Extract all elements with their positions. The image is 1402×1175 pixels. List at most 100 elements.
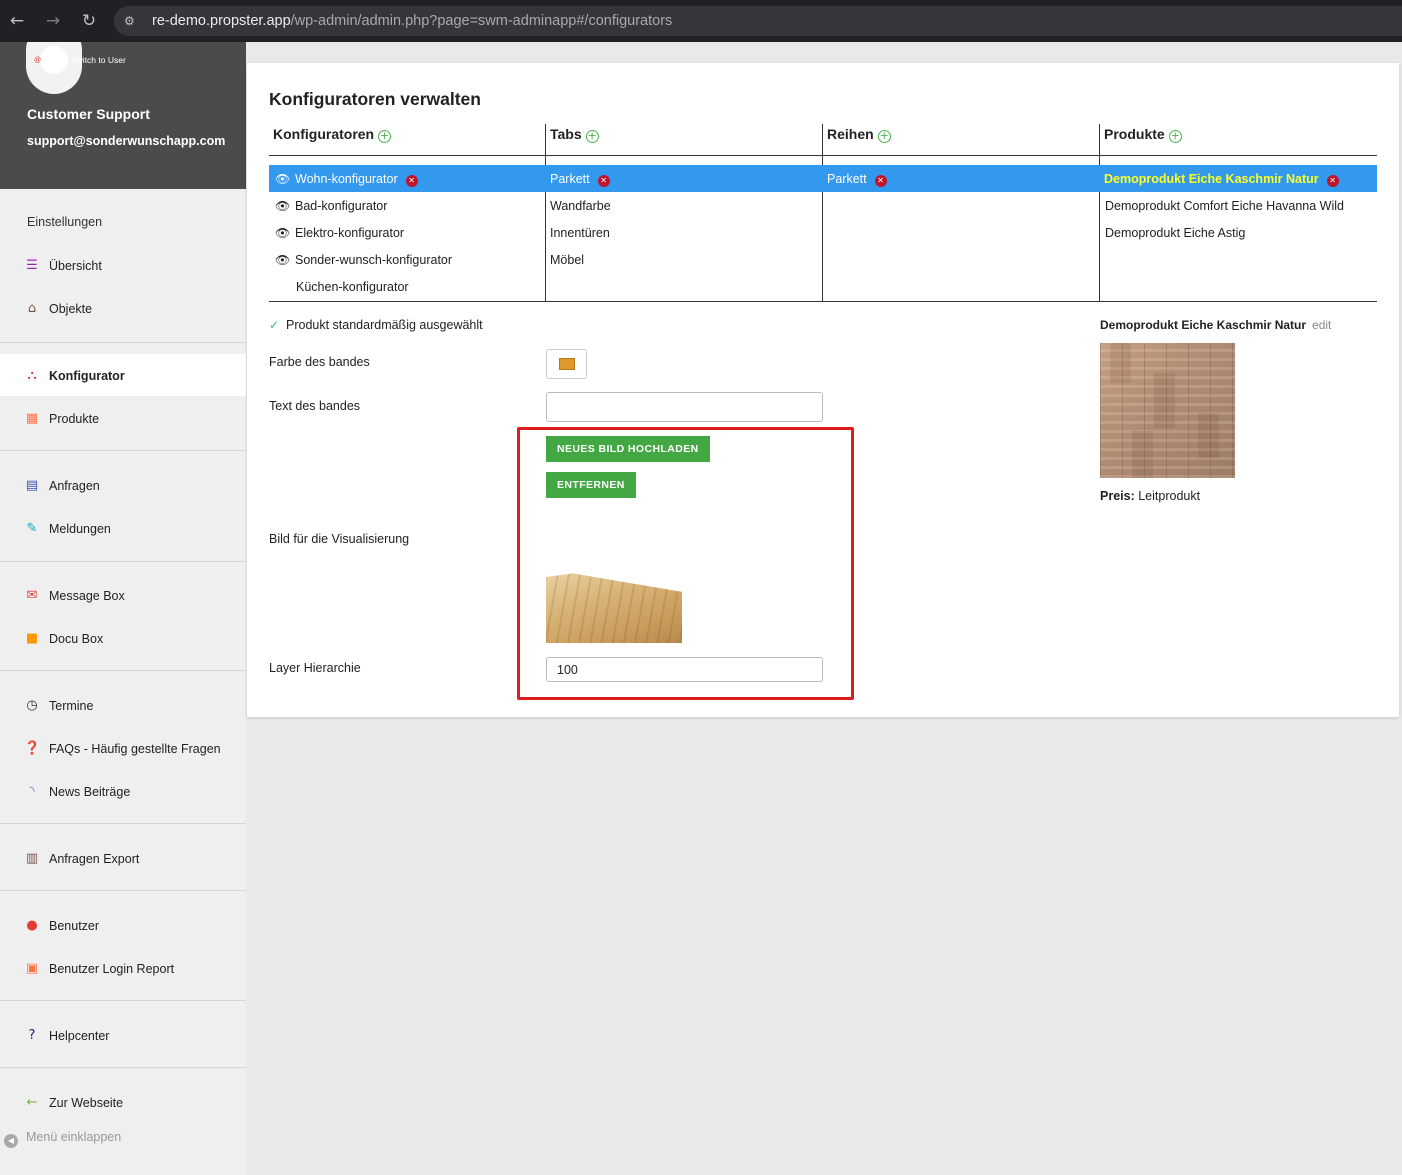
- list-item-produkt[interactable]: Demoprodukt Eiche Kaschmir Natur ✕: [1104, 172, 1339, 187]
- band-text-input[interactable]: [546, 392, 823, 422]
- sidebar-item-message-box[interactable]: ✉ Message Box: [0, 575, 246, 615]
- list-item-produkt[interactable]: Demoprodukt Eiche Astig: [1105, 226, 1245, 240]
- add-tab-icon[interactable]: +: [585, 130, 599, 143]
- sidebar-divider: [0, 450, 246, 451]
- sidebar-divider: [0, 1000, 246, 1001]
- chevron-left-icon: ◀: [4, 1134, 18, 1148]
- list-item-konfigurator[interactable]: 👁 Sonder-wunsch-konfigurator: [275, 253, 452, 267]
- add-reihe-icon[interactable]: +: [877, 130, 891, 143]
- list-item-reihe[interactable]: Parkett ✕: [827, 172, 887, 187]
- band-color-picker[interactable]: [546, 349, 587, 379]
- sidebar-item-helpcenter[interactable]: ? Helpcenter: [0, 1015, 246, 1055]
- upload-image-button[interactable]: NEUES BILD HOCHLADEN: [546, 436, 710, 462]
- page-title: Konfiguratoren verwalten: [269, 89, 481, 109]
- band-color-label: Farbe des bandes: [269, 355, 370, 369]
- back-icon[interactable]: ←: [7, 11, 27, 31]
- sidebar-item-konfigurator[interactable]: ⛬ Konfigurator: [0, 354, 246, 396]
- sidebar-divider: [0, 561, 246, 562]
- column-divider: [1099, 124, 1100, 301]
- avatar-silhouette: [40, 46, 68, 74]
- avatar[interactable]: [26, 42, 82, 94]
- add-produkt-icon[interactable]: +: [1168, 130, 1182, 143]
- sidebar: Einstellungen ☰ Übersicht ⌂ Objekte ⛬ Ko…: [0, 189, 246, 1175]
- list-item-konfigurator[interactable]: 👁 Bad-konfigurator: [275, 199, 387, 213]
- default-selected-checkbox[interactable]: ✓ Produkt standardmäßig ausgewählt: [269, 318, 483, 332]
- collapse-menu-button[interactable]: ◀ Menü einklappen: [4, 1130, 121, 1148]
- rss-icon: ◝: [29, 784, 35, 799]
- add-konfigurator-icon[interactable]: +: [378, 130, 392, 143]
- main-panel: Konfiguratoren verwalten Konfiguratoren +…: [247, 63, 1399, 717]
- visualization-image: [546, 572, 682, 643]
- browser-toolbar: ← → ↻ ⚙ re-demo.propster.app/wp-admin/ad…: [0, 0, 1402, 42]
- product-image: [1100, 343, 1235, 478]
- sidebar-item-objekte[interactable]: ⌂ Objekte: [0, 288, 246, 328]
- sidebar-item-uebersicht[interactable]: ☰ Übersicht: [0, 245, 246, 285]
- sitemap-icon: ⛬: [27, 368, 37, 383]
- sidebar-item-news[interactable]: ◝ News Beiträge: [0, 771, 246, 811]
- sidebar-item-docu-box[interactable]: ■ Docu Box: [0, 618, 246, 658]
- list-item-konfigurator[interactable]: 👁 Elektro-konfigurator: [275, 226, 404, 240]
- reload-icon[interactable]: ↻: [79, 11, 99, 31]
- delete-icon[interactable]: ✕: [597, 175, 610, 187]
- column-divider: [822, 124, 823, 301]
- sidebar-item-zur-webseite[interactable]: ← Zur Webseite: [0, 1082, 246, 1122]
- sidebar-divider: [0, 342, 246, 343]
- sidebar-divider: [0, 823, 246, 824]
- folder-icon: ■: [25, 631, 39, 646]
- list-item-tab[interactable]: Innentüren: [550, 226, 610, 240]
- sidebar-item-anfragen-export[interactable]: ▥ Anfragen Export: [0, 838, 246, 878]
- help-icon: ?: [28, 1028, 36, 1043]
- list-item-tab[interactable]: Möbel: [550, 253, 584, 267]
- arrow-left-icon: ←: [26, 1095, 38, 1110]
- check-icon[interactable]: ✓: [269, 319, 282, 332]
- band-text-label: Text des bandes: [269, 399, 361, 413]
- table-header-divider: [269, 155, 1377, 156]
- user-profile-header: @ Switch to User Customer Support suppor…: [0, 42, 246, 189]
- list-item-konfigurator[interactable]: 👁 Wohn-konfigurator ✕: [275, 172, 418, 187]
- forward-icon[interactable]: →: [43, 11, 63, 31]
- sidebar-divider: [0, 890, 246, 891]
- eye-icon[interactable]: 👁: [275, 172, 291, 186]
- sidebar-item-benutzer[interactable]: ● Benutzer: [0, 905, 246, 945]
- eye-icon[interactable]: 👁: [275, 226, 291, 240]
- sidebar-item-meldungen[interactable]: ✎ Meldungen: [0, 508, 246, 548]
- column-header-tabs: Tabs +: [550, 126, 599, 143]
- sidebar-item-produkte[interactable]: ▦ Produkte: [0, 398, 246, 438]
- layer-hierarchy-input[interactable]: [546, 657, 823, 682]
- delete-icon[interactable]: ✕: [1326, 175, 1339, 187]
- site-settings-icon[interactable]: ⚙: [124, 14, 138, 28]
- switch-to-user-link[interactable]: Switch to User: [71, 55, 126, 65]
- list-item-konfigurator[interactable]: Küchen-konfigurator: [296, 280, 409, 294]
- product-price: Preis: Leitprodukt: [1100, 489, 1201, 503]
- table-bottom-divider: [269, 301, 1377, 302]
- list-item-tab[interactable]: Wandfarbe: [550, 199, 611, 213]
- clock-icon: ◷: [26, 698, 38, 713]
- eye-icon[interactable]: 👁: [275, 253, 291, 267]
- sidebar-item-anfragen[interactable]: ▤ Anfragen: [0, 465, 246, 505]
- list-alt-icon: ▤: [25, 478, 39, 493]
- delete-icon[interactable]: ✕: [405, 175, 418, 187]
- remove-image-button[interactable]: ENTFERNEN: [546, 472, 636, 498]
- layer-label: Layer Hierarchie: [269, 661, 361, 675]
- sidebar-item-login-report[interactable]: ▣ Benutzer Login Report: [0, 948, 246, 988]
- sidebar-settings-link[interactable]: Einstellungen: [27, 215, 102, 229]
- eye-icon[interactable]: 👁: [275, 199, 291, 213]
- column-divider: [545, 124, 546, 301]
- delete-icon[interactable]: ✕: [874, 175, 887, 187]
- color-swatch: [559, 358, 575, 370]
- url-text[interactable]: re-demo.propster.app/wp-admin/admin.php?…: [152, 13, 672, 29]
- home-icon: ⌂: [27, 301, 37, 316]
- product-detail-title: Demoprodukt Eiche Kaschmir Natur edit: [1100, 318, 1332, 332]
- column-header-produkte: Produkte +: [1104, 126, 1182, 143]
- sidebar-item-termine[interactable]: ◷ Termine: [0, 685, 246, 725]
- edit-product-link[interactable]: edit: [1312, 318, 1331, 332]
- list-item-tab[interactable]: Parkett ✕: [550, 172, 610, 187]
- list-item-produkt[interactable]: Demoprodukt Comfort Eiche Havanna Wild: [1105, 199, 1344, 213]
- column-header-reihen: Reihen +: [827, 126, 891, 143]
- table-icon: ▦: [25, 411, 39, 426]
- sidebar-item-faqs[interactable]: ❓ FAQs - Häufig gestellte Fragen: [0, 728, 246, 768]
- user-name: Customer Support: [27, 106, 150, 122]
- id-card-icon: ▣: [25, 961, 39, 976]
- list-icon: ☰: [26, 258, 38, 273]
- address-bar[interactable]: ⚙ re-demo.propster.app/wp-admin/admin.ph…: [114, 6, 1402, 36]
